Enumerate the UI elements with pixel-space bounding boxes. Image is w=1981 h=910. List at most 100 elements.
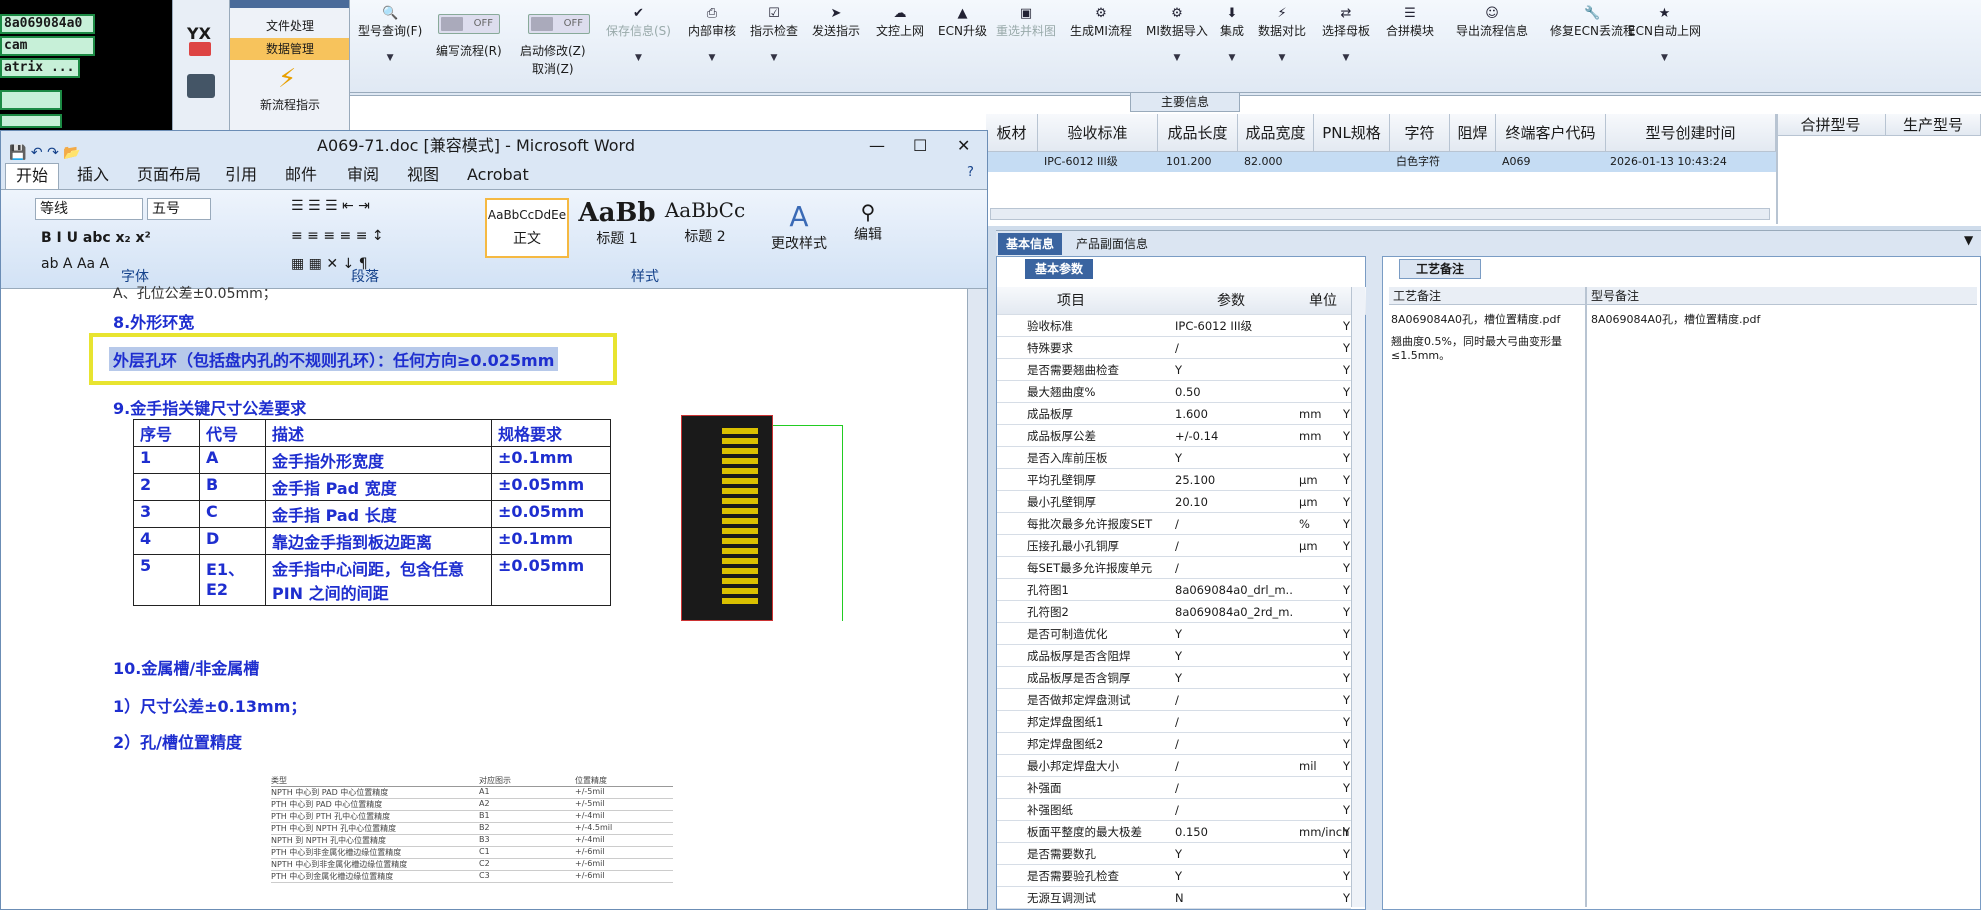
tab-layout[interactable]: 页面布局 xyxy=(127,163,211,189)
notes-tab[interactable]: 工艺备注 xyxy=(1399,259,1482,279)
param-row[interactable]: 是否需要翘曲检查 Y Y xyxy=(997,359,1351,381)
regen-button[interactable]: ▣ 重选并料图 xyxy=(996,6,1056,39)
col-header-board[interactable]: 板材 xyxy=(986,114,1038,152)
param-row[interactable]: 是否做邦定焊盘测试 / Y xyxy=(997,689,1351,711)
upload-button[interactable]: ☁ 文控上网 xyxy=(876,6,924,39)
process-note-2[interactable]: 翘曲度0.5%，同时最大弓曲变形量≤1.5mm。 xyxy=(1391,335,1583,363)
minimize-icon[interactable]: — xyxy=(869,131,885,161)
choose-mother-button[interactable]: ⇄ 选择母板 ▼ xyxy=(1322,6,1370,63)
warning-icon[interactable] xyxy=(189,42,211,56)
document-area[interactable]: A、孔位公差±0.05mm； 8.外形环宽 外层孔环（包括盘内孔的不规则孔环）：… xyxy=(1,286,987,909)
style-heading1[interactable]: AaBb 标题 1 xyxy=(575,198,659,258)
tab-acrobat[interactable]: Acrobat xyxy=(457,163,539,189)
doc-scrollbar[interactable] xyxy=(967,289,987,909)
compare-button[interactable]: ⚡ 数据对比 ▼ xyxy=(1258,6,1306,63)
col-header-pnl[interactable]: PNL规格 xyxy=(1314,114,1390,152)
style-heading2[interactable]: AaBbCc 标题 2 xyxy=(663,198,747,258)
tab-basic-info[interactable]: 基本信息 xyxy=(998,233,1063,255)
calculator-icon[interactable] xyxy=(187,74,215,98)
col-header-accept[interactable]: 验收标准 xyxy=(1038,114,1158,152)
tab-review[interactable]: 审阅 xyxy=(337,163,389,189)
list-buttons-icon[interactable]: ☰ ☰ ☰ ⇤ ⇥ xyxy=(291,198,370,214)
col-header-prodmodel[interactable]: 生产型号 xyxy=(1886,114,1981,136)
param-row[interactable]: 每批次最多允许报废SET /% Y xyxy=(997,513,1351,535)
param-row[interactable]: 是否需要验孔检查 Y Y xyxy=(997,865,1351,887)
format-buttons-icon[interactable]: B I U abc x₂ x² xyxy=(41,230,151,246)
param-row[interactable]: 最小邦定焊盘大小 / mil Y xyxy=(997,755,1351,777)
process-note-1[interactable]: 8A069084A0孔，槽位置精度.pdf xyxy=(1391,313,1583,327)
col-header-length[interactable]: 成品长度 xyxy=(1158,114,1238,152)
change-style-button[interactable]: A 更改样式 xyxy=(771,200,827,253)
col-header-created[interactable]: 型号创建时间 xyxy=(1606,114,1776,152)
tab-insert[interactable]: 插入 xyxy=(67,163,119,189)
gen-mi-button[interactable]: ⚙ 生成MI流程 xyxy=(1070,6,1132,39)
new-flow-label[interactable]: 新流程指示 xyxy=(230,96,350,113)
chevron-down-icon[interactable]: ▼ xyxy=(1964,233,1973,247)
ecn-auto-button[interactable]: ★ ECN自动上网 ▼ xyxy=(1628,6,1701,63)
tab-product-info[interactable]: 产品副面信息 xyxy=(1076,233,1148,255)
param-row[interactable]: 成品板厚是否含铜厚 Y Y xyxy=(997,667,1351,689)
splitter[interactable] xyxy=(1366,256,1382,910)
color-buttons-icon[interactable]: ab A Aa A xyxy=(41,256,109,272)
lightning-icon[interactable]: ⚡ xyxy=(278,64,296,94)
model-query-button[interactable]: 🔍 型号查询(F) ▼ xyxy=(358,6,422,63)
subtab-basic-params[interactable]: 基本参数 xyxy=(1025,259,1094,279)
edit-button[interactable]: ⚲ 编辑 xyxy=(847,200,889,244)
param-row[interactable]: 验收标准 IPC-6012 III级 Y xyxy=(997,315,1351,337)
param-row[interactable]: 是否入库前压板 Y Y xyxy=(997,447,1351,469)
col-header-solder[interactable]: 阻焊 xyxy=(1450,114,1496,152)
close-icon[interactable]: ✕ xyxy=(957,131,970,161)
param-row[interactable]: 补强图纸 / Y xyxy=(997,799,1351,821)
menu-data[interactable]: 数据管理 xyxy=(230,38,350,60)
param-row[interactable]: 板面平整度的最大极差 0.150 mm/inch Y xyxy=(997,821,1351,843)
param-row[interactable]: 特殊要求 / Y xyxy=(997,337,1351,359)
param-row[interactable]: 是否可制造优化 Y Y xyxy=(997,623,1351,645)
tab-view[interactable]: 视图 xyxy=(397,163,449,189)
highlight-text[interactable]: 外层孔环（包括盘内孔的不规则孔环）：任何方向≥0.025mm xyxy=(109,347,559,371)
send-instruct-button[interactable]: ➤ 发送指示 xyxy=(812,6,860,39)
param-row[interactable]: 成品板厚是否含阻焊 Y Y xyxy=(997,645,1351,667)
param-row[interactable]: 成品板厚 1.600 mm Y xyxy=(997,403,1351,425)
param-row[interactable]: 补强面 / Y xyxy=(997,777,1351,799)
col-header-width[interactable]: 成品宽度 xyxy=(1238,114,1314,152)
tab-mailings[interactable]: 邮件 xyxy=(275,163,327,189)
style-normal[interactable]: AaBbCcDdEe 正文 xyxy=(485,198,569,258)
internal-review-button[interactable]: ⎙ 内部审核 ▼ xyxy=(688,6,736,63)
param-row[interactable]: 孔符图2 8a069084a0_2rd_m... Y xyxy=(997,601,1351,623)
start-edit-toggle[interactable]: OFF xyxy=(528,14,590,34)
instruct-check-button[interactable]: ☑ 指示检查 ▼ xyxy=(750,6,798,63)
write-flow-toggle[interactable]: OFF xyxy=(438,14,500,34)
params-scrollbar[interactable] xyxy=(1351,287,1365,907)
ecn-upgrade-button[interactable]: ▲ ECN升级 xyxy=(938,6,987,39)
param-row[interactable]: 成品板厚公差 +/-0.14 mm Y xyxy=(997,425,1351,447)
tab-references[interactable]: 引用 xyxy=(215,163,267,189)
param-row[interactable]: 最大翘曲度% 0.50 Y xyxy=(997,381,1351,403)
param-row[interactable]: 压接孔最小孔铜厚 / μm Y xyxy=(997,535,1351,557)
save-button[interactable]: ✔ 保存信息(S) ▼ xyxy=(606,6,671,63)
menu-file[interactable]: 文件处理 xyxy=(230,16,350,36)
param-row[interactable]: 邦定焊盘图纸1/Y xyxy=(997,711,1351,733)
fix-ecn-button[interactable]: 🔧 修复ECN丢流程 xyxy=(1550,6,1635,39)
font-size-select[interactable]: 五号 xyxy=(147,198,211,220)
yx-label[interactable]: YX xyxy=(187,24,211,43)
col-header-merge[interactable]: 合拼型号 xyxy=(1776,114,1886,136)
col-header-customer[interactable]: 终端客户代码 xyxy=(1496,114,1606,152)
integrate-button[interactable]: ⬇ 集成 ▼ xyxy=(1220,6,1244,63)
param-row[interactable]: 无源互调测试 N Y xyxy=(997,887,1351,909)
mi-import-button[interactable]: ⚙ MI数据导入 ▼ xyxy=(1146,6,1208,63)
merge-button[interactable]: ☰ 合拼模块 xyxy=(1386,6,1434,39)
export-flow-button[interactable]: ☺ 导出流程信息 xyxy=(1456,6,1528,39)
model-note[interactable]: 8A069084A0孔，槽位置精度.pdf xyxy=(1591,313,1971,327)
param-row[interactable]: 平均孔壁铜厚 25.100 μm Y xyxy=(997,469,1351,491)
maximize-icon[interactable]: ☐ xyxy=(913,131,927,161)
cancel-label[interactable]: 取消(Z) xyxy=(532,60,574,77)
grid-scrollbar[interactable] xyxy=(990,208,1770,220)
param-row[interactable]: 孔符图1 8a069084a0_drl_m... Y xyxy=(997,579,1351,601)
font-name-select[interactable]: 等线 xyxy=(35,198,143,220)
param-row[interactable]: 邦定焊盘图纸2/Y xyxy=(997,733,1351,755)
param-row[interactable]: 每SET最多允许报废单元 / Y xyxy=(997,557,1351,579)
param-row[interactable]: 是否需要数孔 Y Y xyxy=(997,843,1351,865)
col-header-char[interactable]: 字符 xyxy=(1390,114,1450,152)
align-buttons-icon[interactable]: ≡ ≡ ≡ ≡ ≡ ↕ xyxy=(291,228,384,244)
tab-home[interactable]: 开始 xyxy=(5,163,60,189)
